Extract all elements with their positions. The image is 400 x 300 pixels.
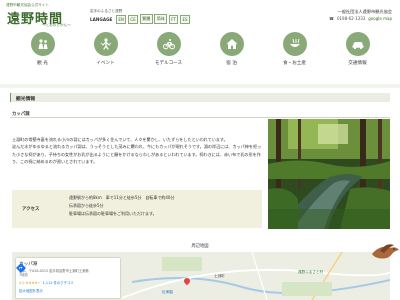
nav-label-lodging: 宿 泊 <box>226 61 237 66</box>
nav-item-food[interactable]: 食・お土産 <box>266 32 324 71</box>
access-line: 駐車場は伝承園の駐車場をご利用いただけます。 <box>69 211 157 216</box>
nav-item-sightseeing[interactable]: 観 光 <box>14 32 72 71</box>
language-selector: LANGAGE EN CE 繁體 简体 FT ES <box>90 14 191 24</box>
map-label-denshoen: 伝承園 <box>162 290 173 294</box>
map-address: 日本、〒028-0515 岩手県遠野市土淵町土淵第7地割 <box>19 269 89 278</box>
language-label: LANGAGE <box>90 16 113 22</box>
site-subtitle: 〜とおのじかん〜 <box>42 23 71 27</box>
map-info-card: カッパ淵 日本、〒028-0515 岩手県遠野市土淵町土淵第7地割 4.0 ★★… <box>16 258 120 298</box>
nav-item-lodging[interactable]: 宿 泊 <box>203 32 261 71</box>
section-title: 観光情報 <box>16 96 36 102</box>
spot-title: カッパ淵 <box>12 112 30 117</box>
map-larger-link[interactable]: 拡大地図を表示 <box>19 288 43 293</box>
access-line: 伝承園から徒歩5分 <box>69 203 104 208</box>
map-label-town: 土淵町 <box>214 274 225 278</box>
festival-icon <box>93 32 118 56</box>
map-label-furusato: 遠野ふるさと村 <box>298 270 324 274</box>
map-section-title: 周辺地図 <box>191 244 209 249</box>
section-heading: 観光情報 <box>10 93 390 102</box>
contact-info: ☎ 0198-62-1333 google map <box>329 16 392 21</box>
spot-description: 土淵町の常堅寺裏を流れる小川の淵にはカッパが多く住んでいて、人々を驚かし、いたず… <box>12 137 262 165</box>
embedded-map[interactable]: 土淵町 伝承園 遠野ふるさと村 カッパ淵 日本、〒028-0515 岩手県遠野市… <box>12 252 390 300</box>
bird-illustration <box>372 244 399 259</box>
phone-icon: ☎ <box>328 16 334 21</box>
site-header: 遠野市観光協会公式サイト 遠野時間 〜とおのじかん〜 岩手のふるさと遠野 LAN… <box>0 0 400 30</box>
directions-icon[interactable] <box>16 263 26 273</box>
food-icon <box>282 32 307 56</box>
spot-heading: カッパ淵 <box>10 111 390 118</box>
bicycle-icon <box>156 32 181 56</box>
nav-item-events[interactable]: イベント <box>77 32 135 71</box>
lang-ft-button[interactable]: FT <box>168 14 179 24</box>
map-rating-stars: 4.0 ★★★★☆ <box>19 281 41 285</box>
tagline: 岩手のふるさと遠野 <box>90 9 123 13</box>
nav-item-model-course[interactable]: モデルコース <box>140 32 198 71</box>
lang-en-button[interactable]: EN <box>115 14 127 24</box>
google-map-link[interactable]: google map <box>368 16 392 21</box>
nav-item-traffic[interactable]: 交通情報 <box>329 32 387 71</box>
map-rating: 4.0 ★★★★☆ 1,111 件のクチコミ <box>19 280 74 285</box>
access-label: アクセス <box>22 207 40 212</box>
main-nav: 観 光 イベント モデルコース 宿 泊 食・お土産 交通情報 <box>0 31 400 71</box>
nav-label-traffic: 交通情報 <box>348 61 367 66</box>
house-icon <box>219 32 244 56</box>
lang-es-button[interactable]: ES <box>179 14 191 24</box>
nav-divider <box>0 84 400 88</box>
lang-traditional-button[interactable]: 繁體 <box>139 14 153 24</box>
car-icon <box>345 32 370 56</box>
access-details: 遠野駅から約8km 車で11分と徒歩5分 自転車で約40分 伝承園から徒歩5分 … <box>69 194 259 218</box>
map-reviews-link[interactable]: 1,111 件のクチコミ <box>43 281 74 285</box>
nav-label-model-course: モデルコース <box>154 61 183 66</box>
phone-number[interactable]: 0198-62-1333 <box>337 16 365 21</box>
kappa-buchi-photo <box>268 119 390 229</box>
site-logo[interactable]: 遠野市観光協会公式サイト 遠野時間 〜とおのじかん〜 <box>6 3 74 29</box>
nav-label-sightseeing: 観 光 <box>37 61 48 66</box>
people-icon <box>30 32 55 56</box>
lang-simplified-button[interactable]: 简体 <box>154 14 168 24</box>
access-line: 遠野駅から約8km 車で11分と徒歩5分 自転車で約40分 <box>69 195 175 200</box>
nav-label-events: イベント <box>96 61 115 66</box>
nav-label-food: 食・お土産 <box>283 61 306 66</box>
lang-ce-button[interactable]: CE <box>127 14 139 24</box>
access-box: アクセス 遠野駅から約8km 車で11分と徒歩5分 自転車で約40分 伝承園から… <box>12 190 262 228</box>
organization-name: 一般社団法人遠野市観光協会 <box>337 9 392 14</box>
